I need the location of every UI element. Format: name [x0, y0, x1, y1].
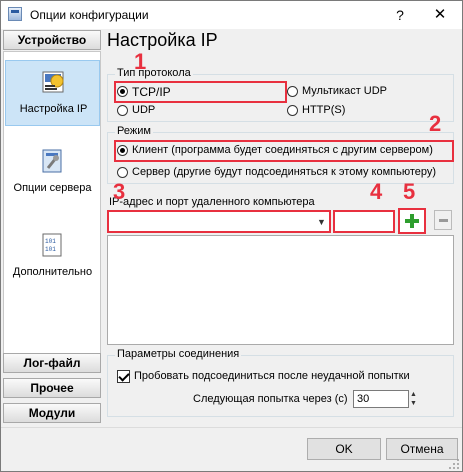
svg-text:101: 101	[45, 238, 56, 245]
protocol-https-label[interactable]: HTTP(S)	[302, 104, 345, 116]
retry-label[interactable]: Пробовать подсоединиться после неудачной…	[134, 370, 410, 382]
svg-text:101: 101	[45, 246, 56, 253]
annotation-box-2	[114, 140, 454, 162]
address-list[interactable]	[107, 235, 454, 345]
spin-down-icon[interactable]: ▼	[408, 399, 419, 408]
protocol-https-radio[interactable]	[287, 105, 298, 116]
connection-group-label: Параметры соединения	[115, 348, 242, 360]
page-title: Настройка IP	[107, 30, 218, 50]
next-attempt-input[interactable]: 30	[353, 390, 409, 408]
protocol-multicast-udp-radio[interactable]	[287, 86, 298, 97]
sidebar-category-other[interactable]: Прочее	[3, 378, 101, 398]
sidebar-items-panel: Настройка IP Опции сервера 101 101 Допол…	[3, 51, 101, 369]
title-bar: Опции конфигурации ? ✕	[1, 1, 462, 29]
next-attempt-label: Следующая попытка через (с)	[193, 393, 348, 405]
cancel-button[interactable]: Отмена	[386, 438, 458, 460]
sidebar-item-ip-settings[interactable]: Настройка IP	[5, 60, 100, 126]
protocol-group-label: Тип протокола	[115, 67, 193, 79]
sidebar: Устройство Настройка IP Опции сервера 10…	[1, 29, 105, 427]
help-button[interactable]: ?	[383, 1, 417, 29]
sidebar-item-label: Настройка IP	[19, 103, 88, 115]
network-config-icon	[42, 71, 64, 93]
remote-address-combobox[interactable]: ▼	[107, 210, 331, 233]
protocol-udp-radio[interactable]	[117, 105, 128, 116]
retry-checkbox[interactable]	[117, 370, 130, 383]
add-address-button[interactable]	[398, 208, 426, 234]
app-icon	[8, 7, 22, 21]
server-options-icon	[42, 149, 62, 173]
plus-icon	[405, 214, 419, 228]
advanced-icon: 101 101	[42, 233, 62, 257]
sidebar-item-label: Опции сервера	[13, 182, 92, 194]
protocol-multicast-udp-label[interactable]: Мультикаст UDP	[302, 85, 387, 97]
mode-server-label[interactable]: Сервер (другие будут подсоединяться к эт…	[132, 166, 436, 178]
protocol-udp-label[interactable]: UDP	[132, 104, 155, 116]
annotation-number-1: 1	[134, 49, 147, 74]
remove-address-button[interactable]	[434, 210, 452, 230]
spin-up-icon[interactable]: ▲	[408, 390, 419, 399]
annotation-number-2: 2	[429, 111, 442, 136]
remote-address-label: IP-адрес и порт удаленного компьютера	[109, 196, 315, 208]
config-window: Опции конфигурации ? ✕ Устройство Настро…	[0, 0, 463, 472]
annotation-number-5: 5	[403, 179, 416, 204]
sidebar-item-advanced[interactable]: 101 101 Дополнительно	[5, 224, 100, 290]
ok-button[interactable]: OK	[307, 438, 381, 460]
window-title: Опции конфигурации	[30, 8, 149, 22]
resize-grip-icon[interactable]	[448, 458, 460, 470]
annotation-number-4: 4	[370, 179, 383, 204]
mode-group-label: Режим	[115, 125, 153, 137]
annotation-number-3: 3	[113, 179, 126, 204]
mode-server-radio[interactable]	[117, 167, 128, 178]
annotation-box-1	[114, 81, 287, 103]
sidebar-category-device[interactable]: Устройство	[3, 30, 101, 50]
sidebar-item-server-options[interactable]: Опции сервера	[5, 140, 100, 206]
sidebar-category-log-file[interactable]: Лог-файл	[3, 353, 101, 373]
remote-port-input[interactable]	[333, 210, 395, 233]
sidebar-category-modules[interactable]: Модули	[3, 403, 101, 423]
close-button[interactable]: ✕	[418, 1, 462, 29]
chevron-down-icon[interactable]: ▼	[317, 217, 326, 227]
sidebar-item-label: Дополнительно	[12, 266, 93, 278]
